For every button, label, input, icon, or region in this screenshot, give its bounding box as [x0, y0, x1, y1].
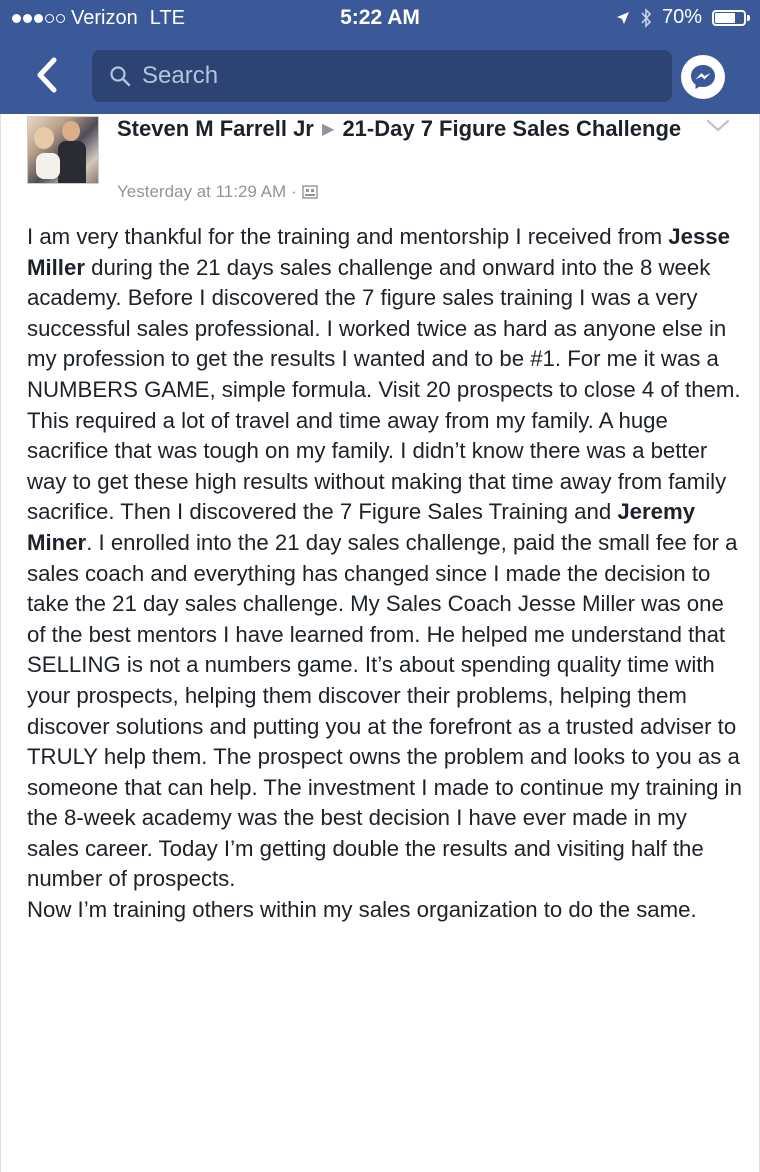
status-bar: Verizon LTE 5:22 AM 70%: [0, 0, 760, 38]
post-timestamp[interactable]: Yesterday at 11:29 AM: [117, 182, 286, 202]
battery-percent: 70%: [661, 6, 702, 28]
post-body: I am very thankful for the training and …: [27, 222, 743, 926]
post-timestamp-row: Yesterday at 11:29 AM ·: [117, 182, 318, 202]
battery-level: [715, 12, 735, 23]
group-name[interactable]: 21-Day 7 Figure Sales Challenge: [342, 116, 681, 141]
avatar[interactable]: [27, 116, 99, 184]
body-text: during the 21 days sales challenge and o…: [27, 254, 741, 525]
chevron-down-icon[interactable]: [705, 118, 731, 134]
messenger-button[interactable]: [681, 55, 725, 99]
author-name[interactable]: Steven M Farrell Jr: [117, 116, 314, 141]
search-input[interactable]: Search: [92, 50, 672, 102]
top-bar: Verizon LTE 5:22 AM 70% Search: [0, 0, 760, 114]
post-header: Steven M Farrell Jr ▶ 21-Day 7 Figure Sa…: [117, 114, 697, 146]
bluetooth-icon: [641, 7, 652, 28]
status-right: 70%: [616, 6, 750, 29]
post-card: Steven M Farrell Jr ▶ 21-Day 7 Figure Sa…: [0, 114, 760, 1172]
back-button[interactable]: [28, 52, 68, 98]
post-paragraph-2: Now I’m training others within my sales …: [27, 897, 697, 923]
chevron-left-icon: [37, 57, 57, 93]
battery-icon: [712, 9, 750, 26]
group-audience-icon: [302, 185, 318, 199]
timestamp-separator: ·: [291, 182, 297, 201]
location-arrow-icon: [616, 11, 629, 24]
search-icon: [110, 66, 131, 87]
body-text: I am very thankful for the training and …: [27, 224, 669, 249]
shared-to-arrow-icon: ▶: [322, 121, 335, 138]
search-placeholder: Search: [142, 62, 219, 89]
messenger-icon: [691, 65, 715, 89]
nav-bar: Search: [0, 38, 760, 114]
body-text: . I enrolled into the 21 day sales chall…: [27, 529, 742, 892]
post-paragraph-1: I am very thankful for the training and …: [27, 222, 743, 895]
